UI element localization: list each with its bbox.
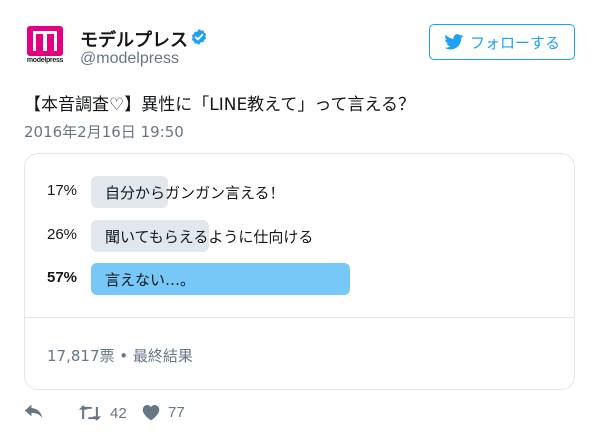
account-name[interactable]: モデルプレス <box>80 26 188 52</box>
retweet-count: 42 <box>110 404 127 422</box>
poll-option: 17% 自分からガンガン言える！ <box>25 176 574 208</box>
retweet-button[interactable]: 42 <box>78 404 127 422</box>
avatar[interactable]: modelpress <box>24 24 66 66</box>
follow-button-label: フォローする <box>469 33 560 52</box>
twitter-bird-icon <box>444 34 464 50</box>
reply-button[interactable] <box>24 404 44 422</box>
like-count: 77 <box>168 404 185 421</box>
account-handle[interactable]: @modelpress <box>80 50 179 68</box>
poll-option-label: 聞いてもらえるように仕向ける <box>105 228 314 246</box>
poll-option-label: 言えない…。 <box>105 271 196 289</box>
poll-option-percent: 26% <box>47 226 78 243</box>
modelpress-logo-icon <box>27 26 63 56</box>
tweet-text: 【本音調査♡】異性に「LINE教えて」って言える？ <box>24 95 415 115</box>
poll-option-percent: 57% <box>47 269 78 286</box>
poll-option-percent: 17% <box>47 182 78 199</box>
poll-option-label: 自分からガンガン言える！ <box>105 184 285 202</box>
poll-divider <box>25 317 574 318</box>
heart-icon <box>142 405 160 421</box>
verified-badge-icon <box>191 29 207 45</box>
poll-option: 26% 聞いてもらえるように仕向ける <box>25 220 574 252</box>
poll-footer: 17,817票 • 最終結果 <box>47 347 193 365</box>
tweet-actions: 42 77 <box>24 404 324 430</box>
follow-button[interactable]: フォローする <box>429 24 575 60</box>
reply-icon <box>24 404 43 418</box>
avatar-logo-text: modelpress <box>26 57 64 64</box>
poll-option-winner: 57% 言えない…。 <box>25 263 574 295</box>
poll-card: 17% 自分からガンガン言える！ 26% 聞いてもらえるように仕向ける 57% … <box>24 153 575 390</box>
tweet-timestamp[interactable]: 2016年2月16日 19:50 <box>24 121 184 142</box>
like-button[interactable]: 77 <box>142 404 185 421</box>
retweet-icon <box>78 405 102 421</box>
